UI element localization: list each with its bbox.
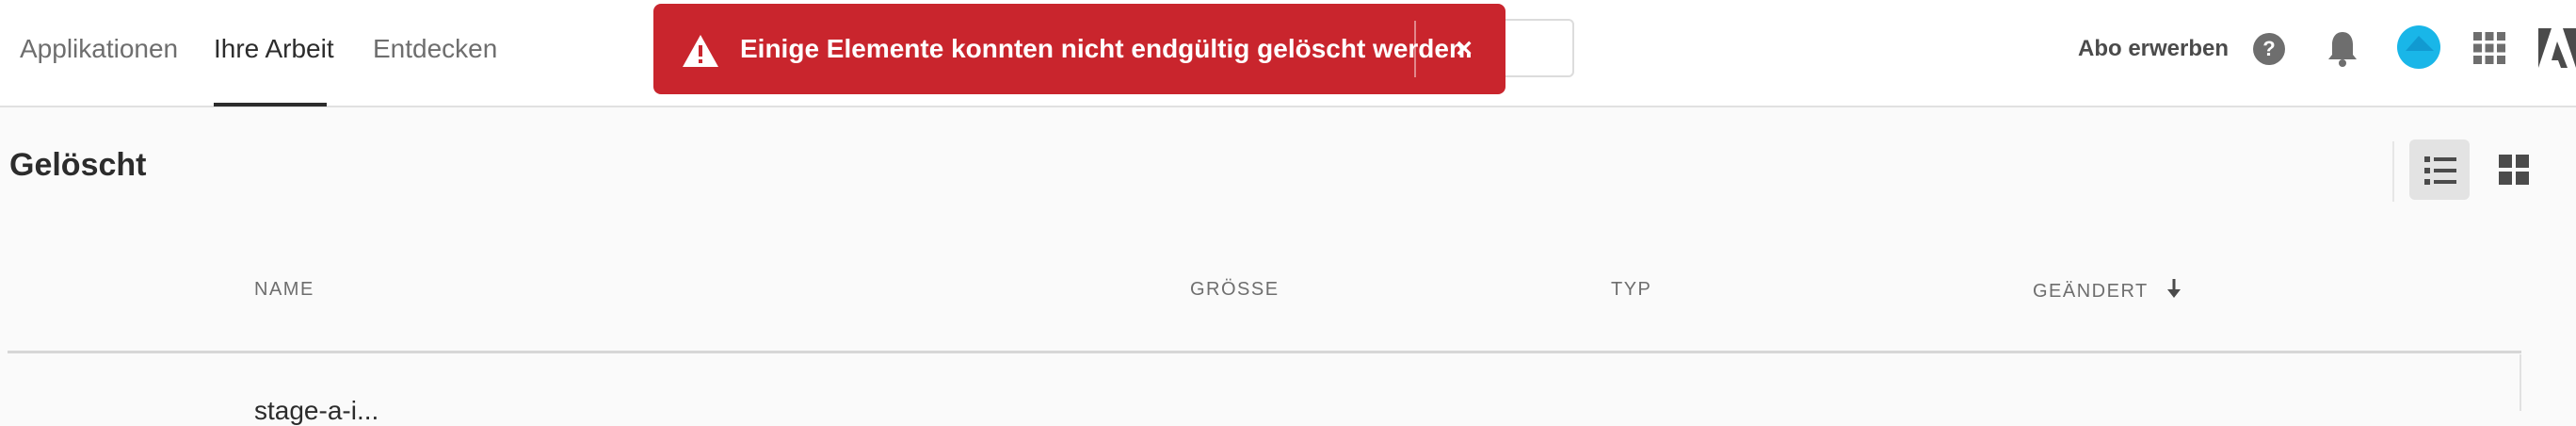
toast-message: Einige Elemente konnten nicht endgültig …: [740, 34, 1473, 63]
table-header-divider: [8, 351, 2521, 353]
sort-down-icon: [2167, 279, 2182, 298]
app-grid-icon[interactable]: [2473, 32, 2505, 64]
warning-icon: [682, 34, 719, 68]
column-header-size[interactable]: GRÖSSE: [1190, 279, 1280, 301]
toast-close-button[interactable]: ×: [1441, 4, 1488, 94]
tab-discover[interactable]: Entdecken: [373, 0, 497, 107]
page-title: Gelöscht: [9, 147, 147, 183]
error-toast: Einige Elemente konnten nicht endgültig …: [653, 4, 1505, 94]
avatar[interactable]: [2396, 25, 2441, 70]
subscribe-link[interactable]: Abo erwerben: [2078, 0, 2229, 98]
help-icon[interactable]: ?: [2250, 30, 2288, 68]
tab-applications[interactable]: Applikationen: [20, 0, 178, 107]
tab-your-work[interactable]: Ihre Arbeit: [214, 0, 334, 107]
list-view-icon: [2424, 156, 2456, 185]
column-header-modified[interactable]: GEÄNDERT: [2033, 279, 2182, 303]
grid-view-icon: [2499, 155, 2529, 185]
toast-divider: [1414, 21, 1416, 77]
column-header-modified-label: GEÄNDERT: [2033, 281, 2149, 302]
list-view-button[interactable]: [2409, 139, 2470, 200]
active-tab-indicator: [214, 103, 327, 106]
view-toggle-divider: [2392, 141, 2394, 202]
adobe-logo[interactable]: [2538, 28, 2576, 68]
table-row[interactable]: [8, 354, 2521, 411]
svg-text:?: ?: [2262, 37, 2275, 60]
bell-icon[interactable]: [2326, 28, 2359, 68]
column-header-type[interactable]: TYP: [1611, 279, 1651, 301]
row-file-name[interactable]: stage-a-i...: [254, 396, 378, 426]
grid-view-button[interactable]: [2484, 139, 2544, 200]
column-header-name[interactable]: NAME: [254, 279, 314, 301]
